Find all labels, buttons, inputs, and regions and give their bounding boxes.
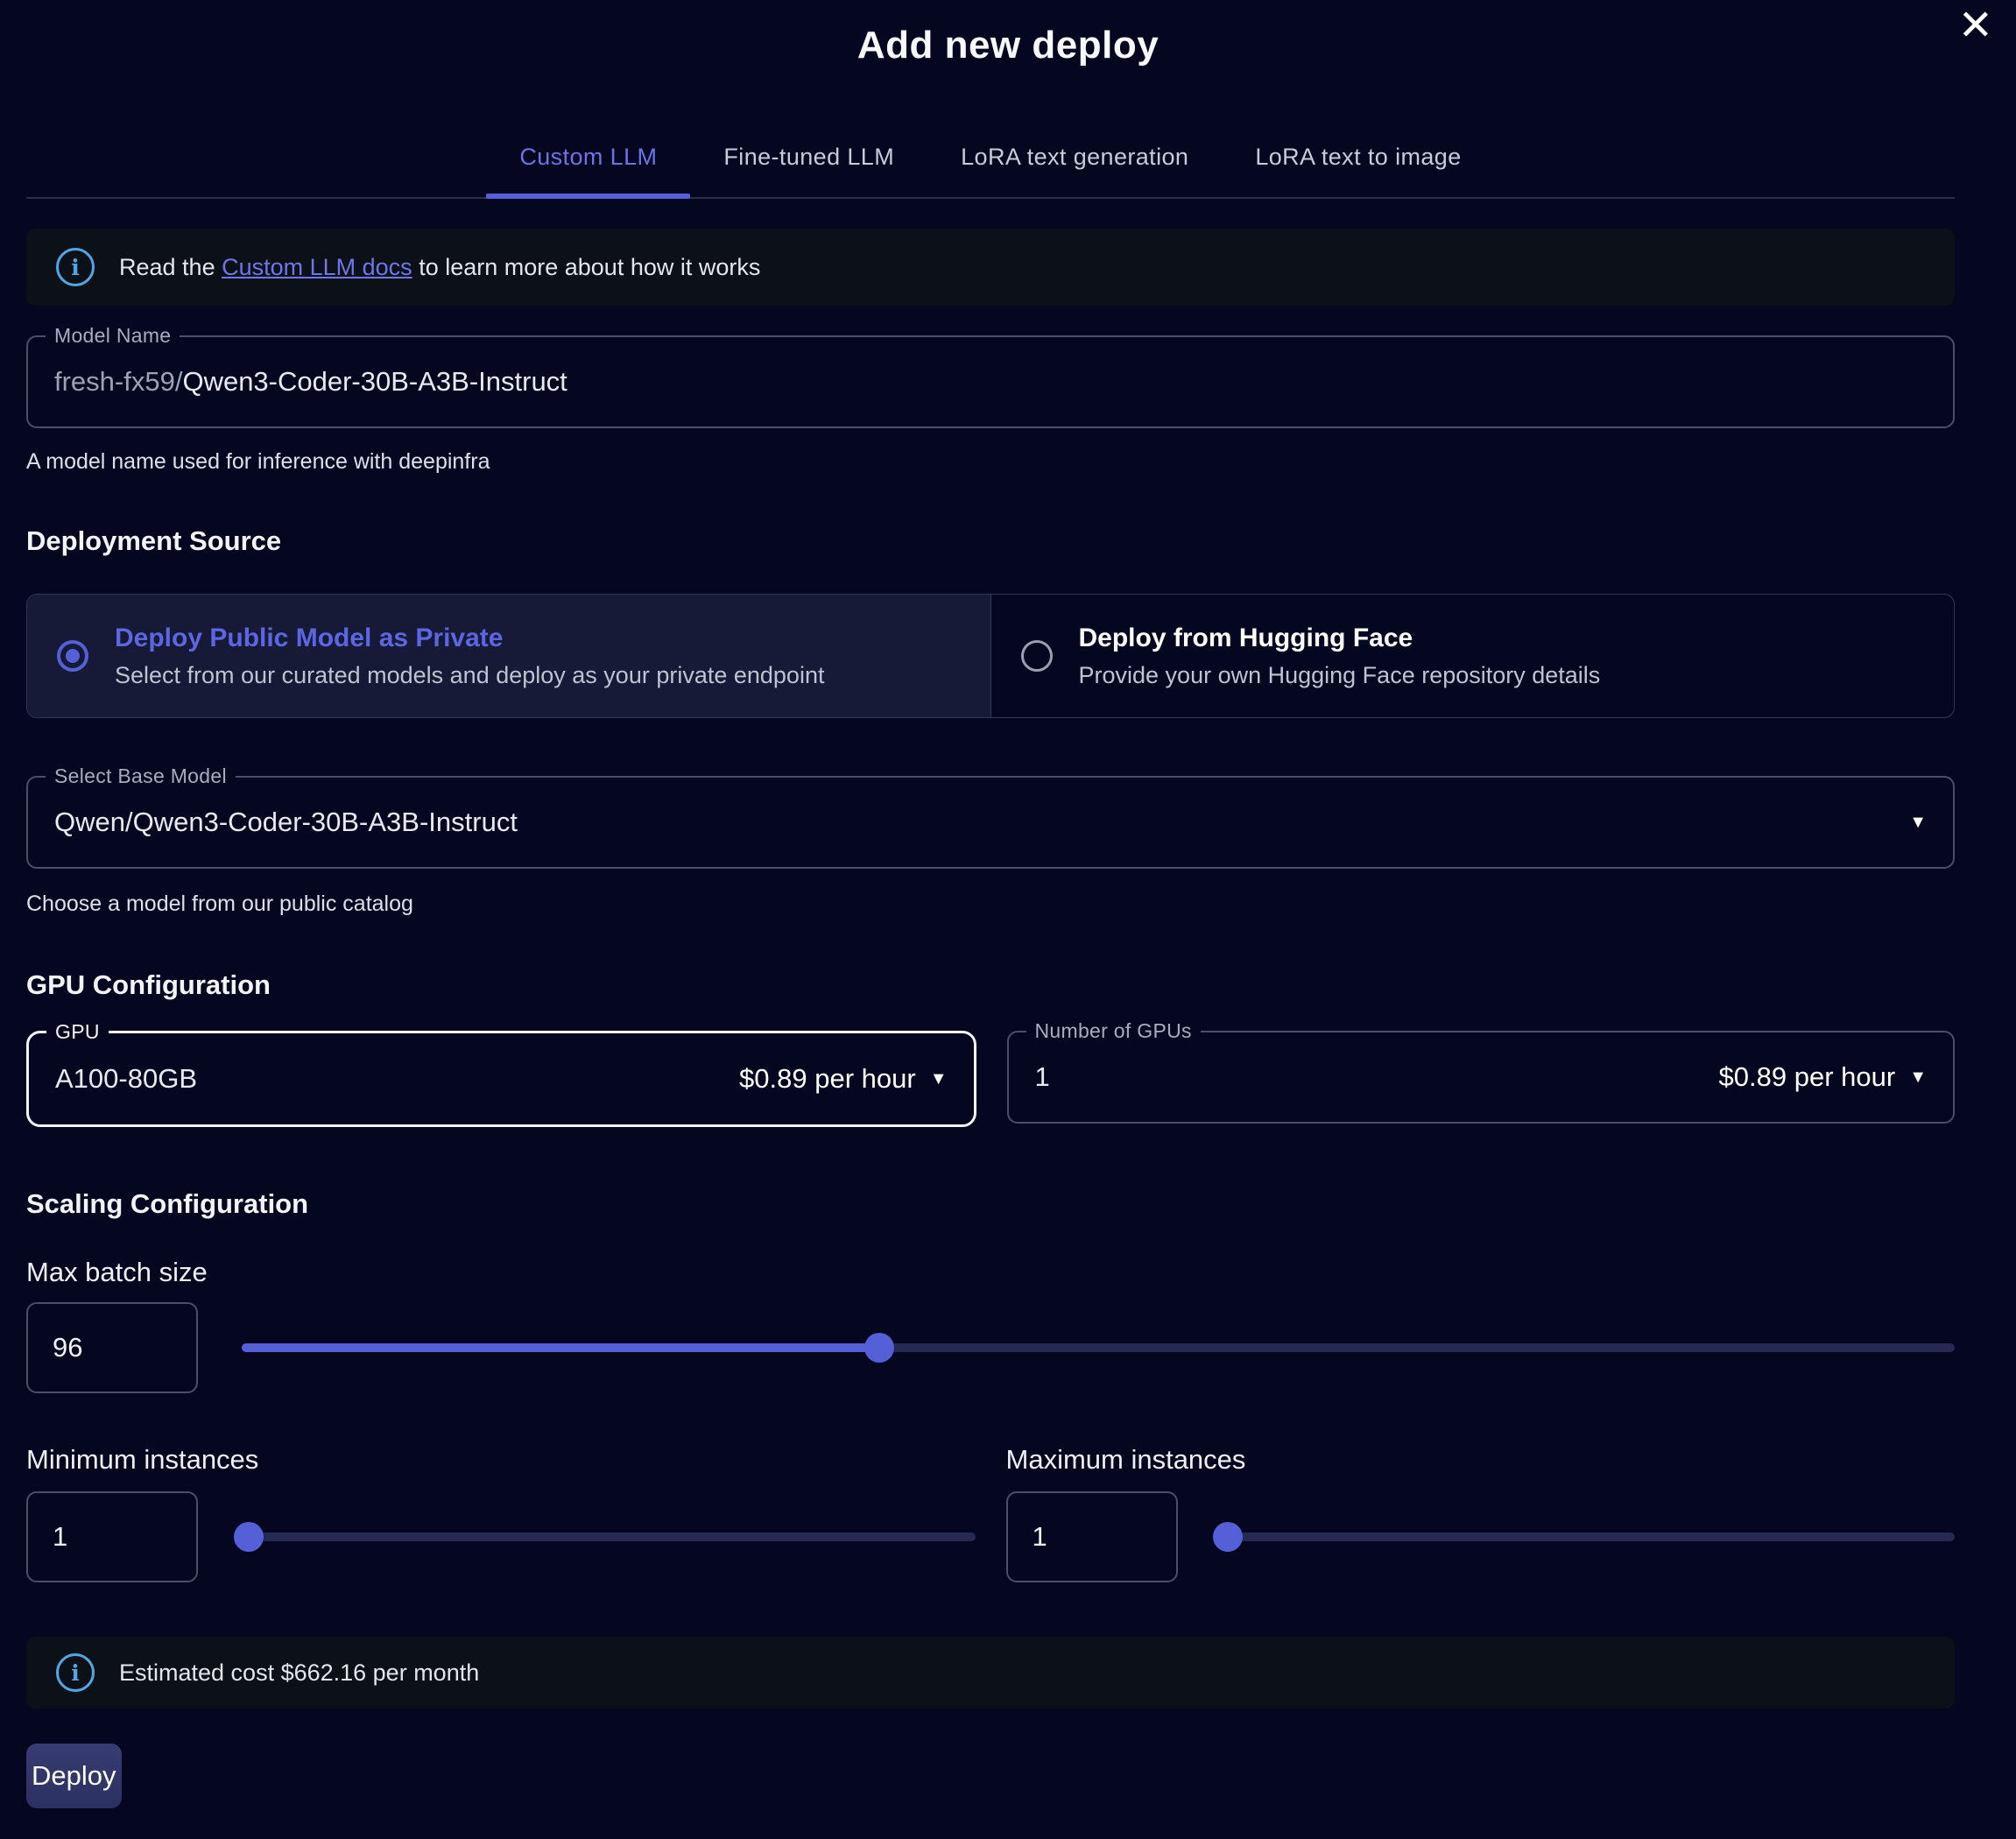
- gpu-configuration-heading: GPU Configuration: [26, 969, 1955, 1001]
- minimum-instances-input[interactable]: [26, 1491, 198, 1582]
- gpu-price: $0.89 per hour ▼: [739, 1063, 947, 1095]
- deployment-source-heading: Deployment Source: [26, 525, 1955, 557]
- estimated-cost-text: Estimated cost $662.16 per month: [119, 1659, 479, 1687]
- slider-track[interactable]: [242, 1532, 976, 1541]
- option-text: Deploy Public Model as Private Select fr…: [115, 624, 824, 689]
- model-name-helper: A model name used for inference with dee…: [26, 449, 1955, 475]
- option-description: Select from our curated models and deplo…: [115, 662, 824, 689]
- close-icon[interactable]: ✕: [1958, 5, 1993, 47]
- base-model-select[interactable]: Select Base Model Qwen/Qwen3-Coder-30B-A…: [26, 776, 1955, 869]
- chevron-down-icon: ▼: [1909, 813, 1927, 833]
- page-title: Add new deploy: [0, 0, 2016, 68]
- slider-thumb[interactable]: [234, 1522, 264, 1552]
- tab-bar: Custom LLM Fine-tuned LLM LoRA text gene…: [26, 112, 1955, 199]
- slider-fill: [242, 1343, 879, 1352]
- gpu-value: A100-80GB: [55, 1063, 197, 1095]
- num-gpus-select[interactable]: Number of GPUs 1 $0.89 per hour▼: [1007, 1031, 1956, 1124]
- num-gpus-value: 1: [1035, 1061, 1050, 1093]
- num-gpus-price-text: $0.89 per hour: [1719, 1061, 1896, 1093]
- docs-banner-suffix: to learn more about how it works: [412, 254, 761, 280]
- model-name-label: Model Name: [46, 324, 180, 348]
- deploy-button-label: Deploy: [32, 1760, 116, 1792]
- add-new-deploy-modal: ✕ Add new deploy Custom LLM Fine-tuned L…: [0, 0, 2016, 1839]
- docs-banner-prefix: Read the: [119, 254, 222, 280]
- max-batch-size-label: Max batch size: [26, 1257, 1955, 1288]
- model-name-field[interactable]: Model Name fresh-fx59/Qwen3-Coder-30B-A3…: [26, 335, 1955, 428]
- minimum-instances-group: Minimum instances: [26, 1444, 976, 1582]
- estimated-cost-banner: i Estimated cost $662.16 per month: [26, 1637, 1955, 1709]
- num-gpus-label: Number of GPUs: [1026, 1019, 1201, 1043]
- info-icon: i: [56, 248, 95, 286]
- base-model-helper: Choose a model from our public catalog: [26, 891, 1955, 917]
- radio-unselected-icon[interactable]: [1021, 640, 1053, 672]
- gpu-label: GPU: [46, 1020, 109, 1044]
- model-name-prefix: fresh-fx59/: [54, 366, 182, 397]
- option-title: Deploy Public Model as Private: [115, 624, 824, 653]
- info-icon: i: [56, 1653, 95, 1692]
- gpu-price-text: $0.89 per hour: [739, 1063, 916, 1095]
- model-name-value[interactable]: fresh-fx59/Qwen3-Coder-30B-A3B-Instruct: [54, 366, 567, 398]
- radio-selected-icon[interactable]: [57, 640, 88, 672]
- custom-llm-docs-link[interactable]: Custom LLM docs: [222, 254, 412, 280]
- option-title: Deploy from Hugging Face: [1079, 624, 1601, 653]
- base-model-label: Select Base Model: [46, 764, 236, 788]
- deploy-button[interactable]: Deploy: [26, 1744, 122, 1808]
- maximum-instances-input[interactable]: [1006, 1491, 1178, 1582]
- docs-banner-text: Read the Custom LLM docs to learn more a…: [119, 254, 760, 281]
- tab-lora-text-generation[interactable]: LoRA text generation: [927, 112, 1222, 197]
- chevron-down-icon: ▼: [1909, 1067, 1927, 1088]
- max-batch-size-row: [26, 1302, 1955, 1393]
- slider-thumb[interactable]: [1213, 1522, 1243, 1552]
- minimum-instances-slider[interactable]: [242, 1522, 976, 1552]
- max-batch-size-slider[interactable]: [242, 1333, 1955, 1363]
- chevron-down-icon: ▼: [930, 1069, 948, 1089]
- tab-fine-tuned-llm[interactable]: Fine-tuned LLM: [690, 112, 927, 197]
- option-description: Provide your own Hugging Face repository…: [1079, 662, 1601, 689]
- tab-lora-text-to-image[interactable]: LoRA text to image: [1222, 112, 1494, 197]
- option-text: Deploy from Hugging Face Provide your ow…: [1079, 624, 1601, 689]
- scaling-configuration-heading: Scaling Configuration: [26, 1188, 1955, 1220]
- option-deploy-public-model[interactable]: Deploy Public Model as Private Select fr…: [27, 595, 991, 717]
- maximum-instances-label: Maximum instances: [1006, 1444, 1956, 1476]
- docs-info-banner: i Read the Custom LLM docs to learn more…: [26, 229, 1955, 306]
- num-gpus-price: $0.89 per hour ▼: [1719, 1061, 1927, 1093]
- maximum-instances-slider[interactable]: [1222, 1522, 1956, 1552]
- slider-track[interactable]: [1222, 1532, 1956, 1541]
- minimum-instances-label: Minimum instances: [26, 1444, 976, 1476]
- base-model-value: Qwen/Qwen3-Coder-30B-A3B-Instruct: [54, 807, 518, 838]
- gpu-select[interactable]: GPU A100-80GB $0.89 per hour▼: [26, 1031, 976, 1127]
- max-batch-size-input[interactable]: [26, 1302, 198, 1393]
- instances-row: Minimum instances Maximum instances: [26, 1444, 1955, 1582]
- model-name-main: Qwen3-Coder-30B-A3B-Instruct: [182, 366, 567, 397]
- option-deploy-from-hugging-face[interactable]: Deploy from Hugging Face Provide your ow…: [991, 595, 1955, 717]
- gpu-config-row: GPU A100-80GB $0.89 per hour▼ Number of …: [26, 1031, 1955, 1127]
- deployment-source-options: Deploy Public Model as Private Select fr…: [26, 594, 1955, 718]
- maximum-instances-group: Maximum instances: [1006, 1444, 1956, 1582]
- tab-custom-llm[interactable]: Custom LLM: [486, 112, 690, 197]
- slider-thumb[interactable]: [864, 1333, 894, 1363]
